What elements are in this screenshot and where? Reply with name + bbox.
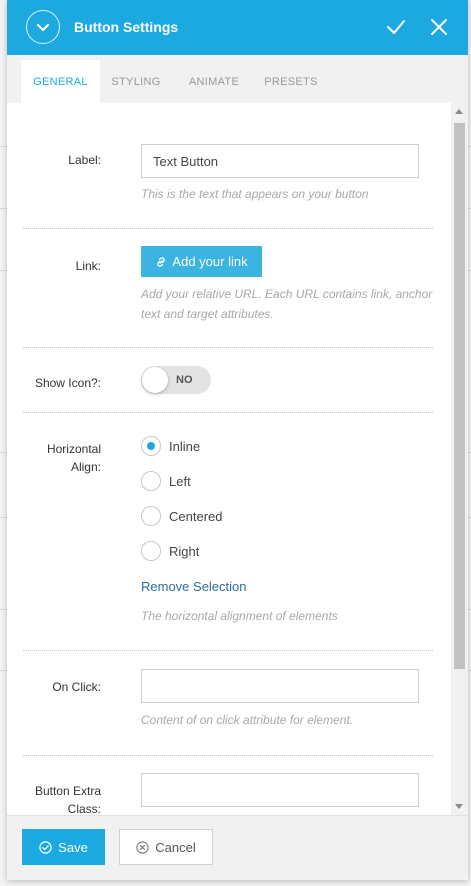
tab-animate[interactable]: ANIMATE — [177, 60, 251, 103]
radio-label-centered: Centered — [169, 508, 223, 524]
link-help-text: Add your relative URL. Each URL contains… — [141, 287, 433, 321]
radio-right[interactable] — [141, 541, 161, 561]
scroll-down-arrow-icon[interactable] — [455, 804, 463, 809]
button-settings-dialog: Button Settings GENERAL STYLING ANIMATE … — [7, 0, 468, 880]
extra-class-input[interactable] — [141, 773, 419, 807]
horizontal-align-help-text: The horizontal alignment of elements — [141, 609, 338, 623]
radio-label-right: Right — [169, 543, 200, 559]
on-click-label: On Click: — [52, 680, 101, 694]
radio-option-centered[interactable]: Centered — [141, 506, 222, 526]
settings-body: Label: Text Button This is the text that… — [7, 103, 451, 815]
label-field-label: Label: — [68, 153, 101, 167]
toggle-state-text: NO — [176, 374, 193, 386]
radio-label-left: Left — [169, 473, 191, 489]
radio-option-inline[interactable]: Inline — [141, 436, 200, 456]
on-click-help-text: Content of on click attribute for elemen… — [141, 713, 354, 727]
close-icon[interactable] — [430, 18, 448, 36]
horizontal-align-row: Horizontal Align: Inline Left Centered R… — [23, 413, 433, 650]
radio-option-right[interactable]: Right — [141, 541, 199, 561]
label-help-text: This is the text that appears on your bu… — [141, 187, 369, 201]
collapse-toggle-button[interactable] — [26, 10, 60, 44]
radio-label-inline: Inline — [169, 438, 201, 454]
save-button[interactable]: Save — [22, 829, 105, 865]
cancel-button[interactable]: Cancel — [119, 829, 213, 865]
show-icon-row: Show Icon?: NO — [23, 348, 433, 412]
extra-class-label: Button Extra Class: — [34, 784, 101, 815]
tab-general[interactable]: GENERAL — [21, 60, 100, 103]
toggle-knob — [142, 367, 168, 393]
show-icon-label: Show Icon?: — [34, 376, 101, 390]
add-link-label: Add your link — [172, 254, 248, 269]
on-click-row: On Click: Content of on click attribute … — [23, 651, 433, 755]
dialog-footer: Save Cancel — [7, 815, 468, 880]
tab-bar: GENERAL STYLING ANIMATE PRESETS — [7, 55, 468, 103]
check-circle-icon — [39, 840, 52, 854]
confirm-check-icon[interactable] — [386, 17, 406, 37]
chevron-down-icon — [36, 23, 50, 32]
label-field-row: Label: Text Button This is the text that… — [23, 103, 433, 228]
save-label: Save — [58, 839, 88, 855]
tab-presets[interactable]: PRESETS — [257, 60, 325, 103]
tab-styling[interactable]: STYLING — [102, 60, 170, 103]
scrollbar-thumb[interactable] — [454, 123, 465, 669]
link-icon — [157, 256, 166, 267]
on-click-input[interactable] — [141, 669, 419, 703]
close-circle-icon — [136, 840, 149, 854]
dialog-title: Button Settings — [74, 19, 179, 35]
add-link-button[interactable]: Add your link — [141, 246, 262, 277]
radio-inline[interactable] — [141, 436, 161, 456]
extra-class-row: Button Extra Class: — [23, 756, 433, 815]
dialog-header: Button Settings — [7, 0, 468, 55]
link-field-row: Link: Add your link Add your relative UR… — [23, 229, 433, 349]
cancel-label: Cancel — [155, 839, 196, 855]
scroll-up-arrow-icon[interactable] — [455, 109, 463, 114]
link-field-label: Link: — [75, 259, 101, 273]
radio-left[interactable] — [141, 471, 161, 491]
show-icon-toggle[interactable]: NO — [141, 366, 211, 394]
remove-selection-link[interactable]: Remove Selection — [141, 579, 247, 594]
vertical-scrollbar[interactable] — [451, 103, 468, 815]
radio-centered[interactable] — [141, 506, 161, 526]
radio-option-left[interactable]: Left — [141, 471, 191, 491]
horizontal-align-label: Horizontal Align: — [46, 442, 101, 474]
label-text-input[interactable]: Text Button — [141, 144, 419, 178]
